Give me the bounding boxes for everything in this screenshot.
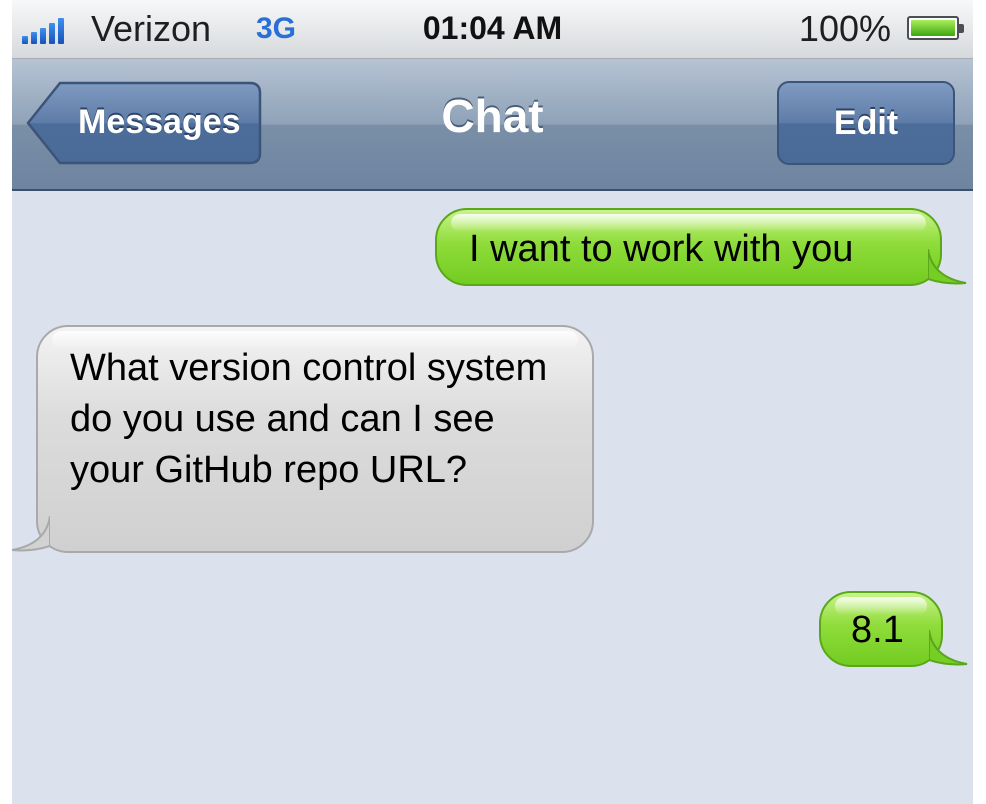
status-bar: Verizon 3G 01:04 AM 100% xyxy=(12,0,973,59)
battery-fill xyxy=(911,20,955,36)
phone-screen: Verizon 3G 01:04 AM 100% Messages Chat E… xyxy=(12,0,973,804)
bubble-tail-right xyxy=(929,630,968,666)
battery-percent: 100% xyxy=(798,8,891,49)
message-text: I want to work with you xyxy=(469,228,854,270)
battery-icon xyxy=(907,16,964,40)
navigation-bar: Messages Chat Edit xyxy=(12,59,973,191)
bubble-tail-left xyxy=(12,516,50,552)
message-text: What version control system do you use a… xyxy=(70,347,548,491)
sent-message-bubble: 8.1 xyxy=(819,591,968,667)
message-text: 8.1 xyxy=(851,609,904,651)
bubble-tail-right xyxy=(928,249,967,285)
conversation-view[interactable]: I want to work with you What version con… xyxy=(12,191,973,804)
sent-message-bubble: I want to work with you xyxy=(435,208,967,286)
edit-button[interactable]: Edit xyxy=(777,81,955,165)
app-frame: Verizon 3G 01:04 AM 100% Messages Chat E… xyxy=(0,0,986,804)
received-message-bubble: What version control system do you use a… xyxy=(12,325,594,553)
